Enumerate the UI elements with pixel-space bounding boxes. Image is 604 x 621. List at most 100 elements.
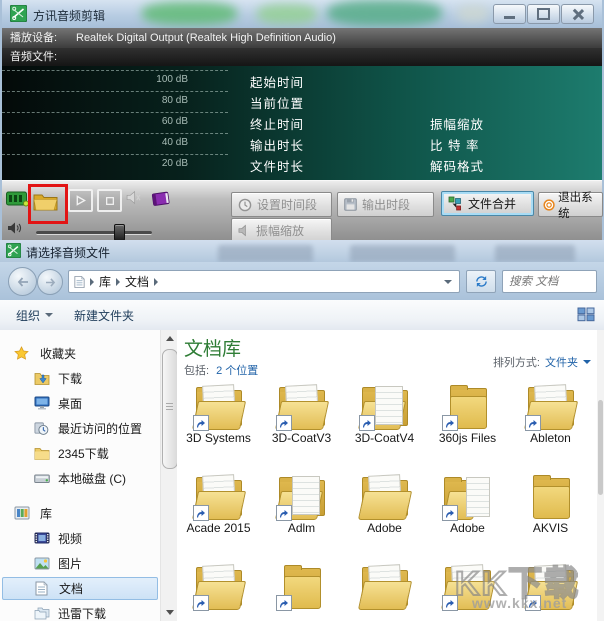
close-icon: [572, 8, 584, 20]
merge-files-button[interactable]: 文件合并: [441, 191, 534, 216]
open-folder-icon[interactable]: [33, 191, 58, 216]
folder-item[interactable]: Acade 2015: [177, 474, 260, 564]
organize-button[interactable]: 组织: [8, 304, 61, 326]
exit-system-button[interactable]: 退出系统: [538, 192, 603, 220]
close-button[interactable]: [561, 4, 594, 24]
sidebar-item-favorites[interactable]: 收藏夹: [2, 342, 158, 364]
help-book-icon[interactable]: [151, 190, 172, 213]
exit-icon: [543, 198, 555, 211]
set-time-range-button[interactable]: 设置时间段: [231, 192, 332, 217]
sidebar-item-videos[interactable]: 视频: [2, 527, 158, 549]
folder-item[interactable]: [260, 564, 343, 621]
output-range-button[interactable]: 输出时段: [337, 192, 434, 217]
audio-file-label: 音频文件:: [10, 51, 58, 63]
stop-button[interactable]: [97, 189, 122, 212]
views-grid-icon: [577, 307, 595, 322]
search-input[interactable]: [503, 271, 596, 292]
scroll-down-icon: [165, 610, 174, 615]
breadcrumb-dropdown-icon[interactable]: [444, 279, 452, 284]
folder-item[interactable]: 3D-CoatV3: [260, 384, 343, 474]
sidebar-item-local-disk-c[interactable]: 本地磁盘 (C): [2, 467, 158, 489]
folder-item[interactable]: 3D Systems: [177, 384, 260, 474]
speaker-icon[interactable]: [126, 190, 141, 210]
breadcrumb-item-libraries[interactable]: 库: [99, 273, 111, 290]
volume-slider[interactable]: [36, 231, 152, 235]
editor-window: 方讯音频剪辑 播放设备: Realtek Digital Output (Rea…: [0, 0, 604, 243]
folder-item[interactable]: 3D-CoatV4: [343, 384, 426, 474]
clock-icon: [238, 198, 252, 211]
sidebar-item-desktop[interactable]: 桌面: [2, 392, 158, 414]
amplitude-icon: [238, 224, 246, 237]
volume-slider-thumb[interactable]: [114, 224, 125, 241]
back-arrow-icon: [17, 276, 28, 287]
folder-icon: [34, 447, 50, 460]
sidebar-item-recent-places[interactable]: 最近访问的位置: [2, 417, 158, 439]
forward-button[interactable]: [37, 269, 63, 295]
db-gridline: [2, 112, 228, 113]
db-gridline: [2, 70, 228, 71]
folder-item[interactable]: AKVIS: [509, 474, 592, 564]
scrollbar-thumb[interactable]: [162, 349, 178, 469]
minimize-icon: [504, 15, 515, 19]
content-scrollbar-thumb[interactable]: [598, 400, 603, 495]
sidebar-item-2345-downloads[interactable]: 2345下载: [2, 442, 158, 464]
folder-item[interactable]: Adlm: [260, 474, 343, 564]
arrange-by[interactable]: 排列方式: 文件夹: [493, 354, 591, 370]
editor-title-bar[interactable]: 方讯音频剪辑: [2, 0, 602, 29]
breadcrumb[interactable]: 库 文档: [68, 270, 460, 293]
waveform-display[interactable]: 100 dB 80 dB 60 dB 40 dB 20 dB 起始时间 当前位置…: [2, 66, 602, 180]
app-icon: [9, 4, 28, 23]
dialog-title-bar[interactable]: 请选择音频文件: [0, 240, 604, 263]
folder-doc-shortcut-icon: [441, 474, 495, 521]
arrange-by-value[interactable]: 文件夹: [545, 354, 578, 370]
volume-speaker-icon[interactable]: [7, 221, 23, 240]
download-folder-icon: [34, 371, 50, 385]
db-gridline: [2, 154, 228, 155]
breadcrumb-separator-icon: [90, 277, 94, 286]
folder-name: Acade 2015: [186, 521, 251, 535]
maximize-button[interactable]: [527, 4, 560, 24]
folder-name: 3D-CoatV3: [271, 431, 332, 445]
folder-item[interactable]: [177, 564, 260, 621]
search-box: [502, 270, 597, 293]
sidebar-item-downloads[interactable]: 下载: [2, 367, 158, 389]
navigation-pane: 收藏夹 下载 桌面 最近访问的位置 2345下载 本地磁盘 (C) 库 视频 图…: [0, 330, 160, 621]
command-bar: 组织 新建文件夹: [0, 300, 604, 331]
breadcrumb-separator-icon: [116, 277, 121, 286]
folder-open-icon: [357, 564, 412, 610]
disk-drive-icon: [34, 472, 50, 484]
folder-item[interactable]: Ableton: [509, 384, 592, 474]
sidebar-scrollbar[interactable]: [160, 330, 178, 621]
background-blur: [142, 2, 237, 25]
new-folder-button[interactable]: 新建文件夹: [66, 304, 142, 326]
folder-open-shortcut-icon: [191, 564, 246, 611]
scroll-up-button[interactable]: [161, 330, 178, 347]
sidebar-item-thunder-downloads[interactable]: 迅雷下载: [2, 602, 158, 621]
background-blur: [457, 5, 489, 22]
media-device-icon[interactable]: [6, 190, 29, 212]
folder-open-shortcut-icon: [274, 384, 329, 431]
arrange-by-label: 排列方式:: [492, 357, 540, 369]
play-button[interactable]: [68, 189, 93, 212]
scroll-down-button[interactable]: [161, 604, 178, 621]
sidebar-item-libraries[interactable]: 库: [2, 502, 158, 524]
content-scrollbar[interactable]: [597, 330, 604, 621]
background-blur-tab: [350, 245, 455, 262]
views-button[interactable]: [577, 307, 595, 327]
back-button[interactable]: [8, 267, 37, 296]
minimize-button[interactable]: [493, 4, 526, 24]
video-icon: [34, 532, 50, 544]
sidebar-item-pictures[interactable]: 图片: [2, 552, 158, 574]
folder-open-paper-shortcut-icon: [357, 384, 412, 431]
folder-item[interactable]: [343, 564, 426, 621]
folder-item[interactable]: Adobe: [343, 474, 426, 564]
folder-item[interactable]: Adobe: [426, 474, 509, 564]
library-subtitle: 包括: 2 个位置: [184, 362, 258, 378]
includes-link[interactable]: 2 个位置: [216, 365, 258, 377]
breadcrumb-item-documents[interactable]: 文档: [125, 273, 149, 290]
sidebar-item-documents[interactable]: 文档: [2, 577, 158, 600]
folder-item[interactable]: 360js Files: [426, 384, 509, 474]
refresh-button[interactable]: [466, 270, 496, 293]
shortcut-arrow-icon: [358, 415, 375, 431]
meta-info-label: 解码格式: [430, 160, 485, 174]
